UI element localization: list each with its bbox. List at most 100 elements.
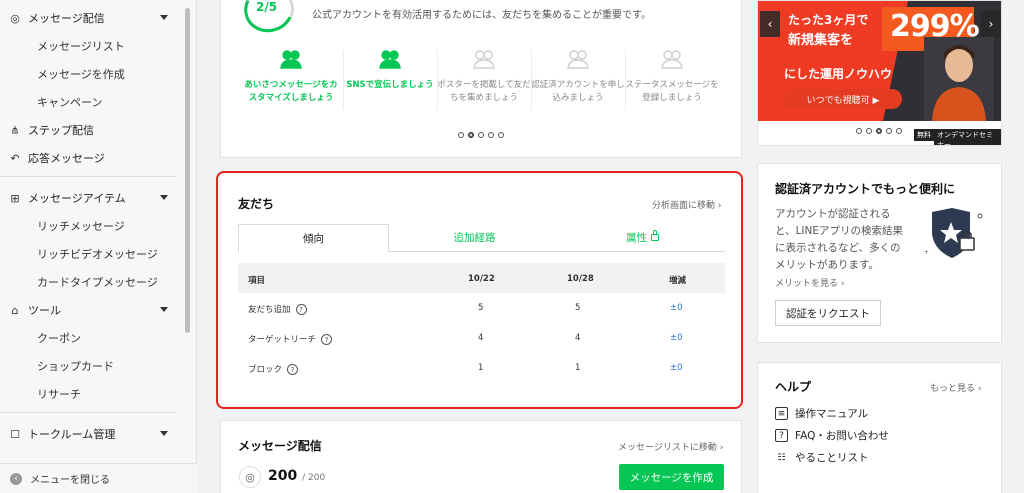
- banner-pagination-dot[interactable]: [866, 128, 872, 134]
- banner-line2: 新規集客を: [788, 33, 854, 48]
- sidebar-item-label: ショップカード: [37, 360, 114, 373]
- sidebar-section-label: 応答メッセージ: [28, 152, 105, 165]
- message-list-link-label: メッセージリストに移動: [618, 443, 717, 453]
- lock-icon: [651, 230, 659, 241]
- sidebar-item-message-list[interactable]: メッセージリスト: [0, 32, 182, 60]
- step-divider: [437, 50, 438, 110]
- banner-pagination-dot[interactable]: [886, 128, 892, 134]
- tab-label: 属性: [626, 232, 647, 244]
- sidebar-item-create-message[interactable]: メッセージを作成: [0, 60, 182, 88]
- friends-tabs: 傾向 追加経路 属性: [238, 224, 725, 252]
- analysis-link[interactable]: 分析画面に移動 ›: [652, 198, 721, 211]
- help-icon[interactable]: ?: [321, 334, 333, 345]
- tab-acquisition-route[interactable]: 追加経路: [389, 224, 560, 252]
- banner-pagination-dot[interactable]: [876, 128, 882, 134]
- banner-next-button[interactable]: ›: [981, 11, 1001, 37]
- help-title: ヘルプ: [775, 380, 812, 394]
- sidebar-divider: [0, 176, 176, 177]
- pagination-dot[interactable]: [468, 132, 474, 138]
- sidebar-item-rich-message[interactable]: リッチメッセージ: [0, 212, 182, 240]
- banner-pagination[interactable]: [856, 128, 902, 134]
- message-count-value: 200: [268, 468, 298, 484]
- tab-attributes[interactable]: 属性: [560, 224, 725, 252]
- message-list-link[interactable]: メッセージリストに移動 ›: [618, 440, 723, 453]
- sidebar-section-message-broadcast[interactable]: ◎ メッセージ配信: [0, 4, 182, 32]
- onboarding-step[interactable]: あいさつメッセージをカスタマイズしましょう: [244, 48, 338, 105]
- banner-pagination-dot[interactable]: [896, 128, 902, 134]
- close-menu-button[interactable]: ‹ メニューを閉じる: [0, 463, 197, 493]
- row-value-date1: 4: [478, 333, 484, 343]
- help-icon[interactable]: ?: [287, 364, 299, 375]
- row-value-date2: 4: [575, 333, 581, 343]
- friends-icon: [661, 50, 683, 69]
- step-divider: [625, 50, 626, 110]
- create-message-button[interactable]: メッセージを作成: [619, 464, 724, 490]
- sidebar-section-step-broadcast[interactable]: ⋔ ステップ配信: [0, 116, 182, 144]
- row-label: ブロック?: [248, 363, 299, 375]
- sidebar-section-auto-reply[interactable]: ↶ 応答メッセージ: [0, 144, 182, 172]
- tab-trend[interactable]: 傾向: [238, 224, 389, 252]
- step-label: SNSで宣伝しましょう: [346, 80, 434, 90]
- verified-title: 認証済アカウントでもっと便利に: [775, 182, 956, 196]
- banner-pagination-dot[interactable]: [856, 128, 862, 134]
- sidebar-item-card-message[interactable]: カードタイプメッセージ: [0, 268, 182, 296]
- sidebar-item-label: リッチビデオメッセージ: [37, 248, 158, 261]
- verified-text-line: と、LINEアプリの検索結果: [775, 225, 904, 237]
- column-header-diff: 増減: [669, 276, 687, 286]
- sidebar-item-label: リッチメッセージ: [37, 220, 125, 233]
- pagination-dot[interactable]: [488, 132, 494, 138]
- onboarding-step[interactable]: SNSで宣伝しましょう: [343, 48, 437, 92]
- row-diff: ±0: [670, 333, 683, 343]
- request-verification-button[interactable]: 認証をリクエスト: [775, 300, 881, 326]
- pagination-dot[interactable]: [498, 132, 504, 138]
- step-label: ポスターを掲載して友だちを集めましょう: [437, 80, 531, 103]
- onboarding-step[interactable]: ステータスメッセージを登録しましょう: [625, 48, 719, 105]
- chevron-left-icon: ‹: [10, 472, 22, 485]
- sidebar-item-shop-card[interactable]: ショップカード: [0, 352, 182, 380]
- svg-text:+: +: [924, 249, 929, 256]
- sidebar-section-tools[interactable]: ⌂ ツール: [0, 296, 182, 324]
- presenter-photo: [924, 37, 994, 121]
- sidebar-item-research[interactable]: リサーチ: [0, 380, 182, 408]
- step-label: 認証済アカウントを申し込みましょう: [531, 80, 625, 103]
- broadcast-icon: ◎: [239, 466, 261, 488]
- merit-link[interactable]: メリットを見る ›: [775, 276, 844, 289]
- sidebar-item-label: カードタイプメッセージ: [37, 276, 158, 289]
- help-more-link[interactable]: もっと見る ›: [930, 381, 981, 394]
- sidebar-section-label: メッセージ配信: [28, 12, 105, 25]
- help-item-faq[interactable]: ? FAQ・お問い合わせ: [775, 428, 889, 443]
- step-flow-icon: ⋔: [10, 123, 20, 137]
- step-label: あいさつメッセージをカスタマイズしましょう: [244, 80, 338, 103]
- banner-cta-button[interactable]: いつでも視聴可 ▶: [784, 89, 902, 109]
- onboarding-step[interactable]: ポスターを掲載して友だちを集めましょう: [437, 48, 531, 105]
- row-name: ターゲットリーチ: [248, 335, 317, 345]
- row-value-date1: 5: [478, 303, 484, 313]
- pagination-dot[interactable]: [478, 132, 484, 138]
- help-icon[interactable]: ?: [295, 304, 307, 315]
- step-label: ステータスメッセージを登録しましょう: [625, 80, 719, 103]
- sidebar: ◎ メッセージ配信 メッセージリスト メッセージを作成 キャンペーン ⋔ ステッ…: [0, 0, 197, 493]
- pagination-dot[interactable]: [458, 132, 464, 138]
- checklist-icon: ☷: [777, 452, 786, 463]
- sidebar-item-coupon[interactable]: クーポン: [0, 324, 182, 352]
- broadcast-icon: ◎: [10, 11, 20, 25]
- sidebar-scrollbar[interactable]: [185, 8, 190, 333]
- chevron-down-icon: [160, 307, 168, 312]
- verified-shield-icon: +: [924, 208, 983, 258]
- sidebar-section-talk-room[interactable]: ☐ トークルーム管理: [0, 420, 182, 448]
- sidebar-item-label: キャンペーン: [37, 96, 103, 109]
- analysis-link-label: 分析画面に移動: [652, 201, 716, 211]
- message-count: 200 / 200: [268, 468, 325, 484]
- help-item-todo[interactable]: ☷ やることリスト: [775, 450, 868, 465]
- sidebar-item-campaign[interactable]: キャンペーン: [0, 88, 182, 116]
- seminar-banner[interactable]: たった3ヶ月で 新規集客を 299% にした運用ノウハウ いつでも視聴可 ▶ ‹…: [757, 0, 1002, 146]
- help-item-manual[interactable]: ≡ 操作マニュアル: [775, 406, 868, 421]
- onboarding-step[interactable]: 認証済アカウントを申し込みましょう: [531, 48, 625, 105]
- banner-prev-button[interactable]: ‹: [760, 11, 780, 37]
- sidebar-section-message-items[interactable]: ⊞ メッセージアイテム: [0, 184, 182, 212]
- progress-pagination[interactable]: [458, 132, 504, 138]
- sidebar-item-rich-video-message[interactable]: リッチビデオメッセージ: [0, 240, 182, 268]
- sidebar-item-label: メッセージリスト: [37, 40, 125, 53]
- progress-description: 公式アカウントを有効活用するためには、友だちを集めることが重要です。: [312, 10, 651, 21]
- help-more-link-label: もっと見る: [930, 384, 976, 394]
